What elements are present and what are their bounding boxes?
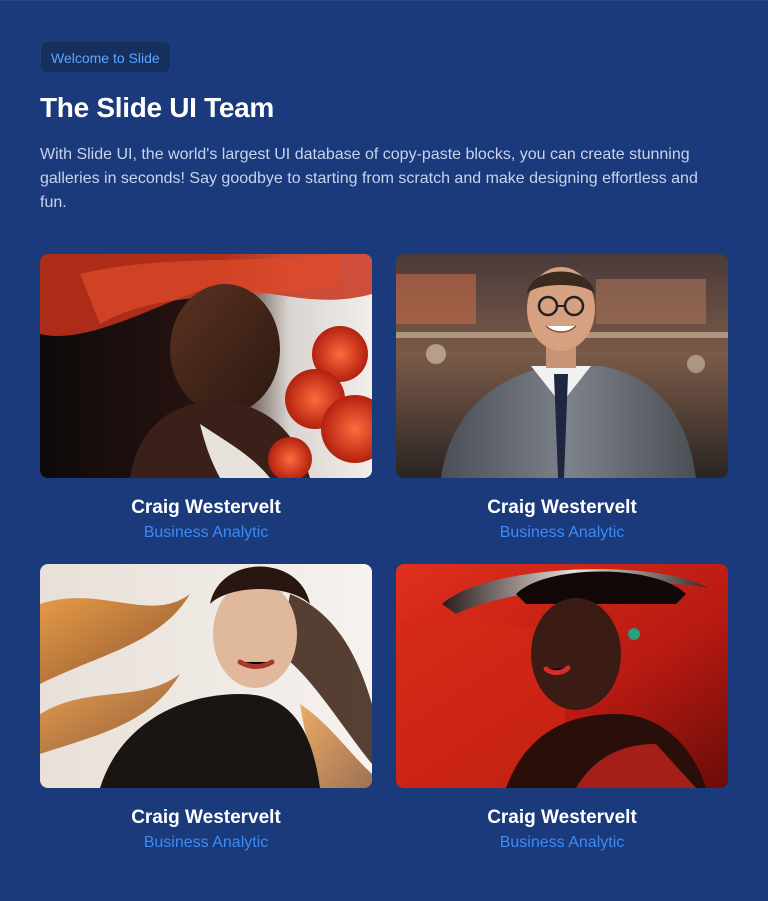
team-member-role: Business Analytic	[143, 524, 269, 541]
page-description: With Slide UI, the world's largest UI da…	[40, 146, 698, 211]
team-card: Craig Westervelt Business Analytic	[40, 564, 372, 854]
team-member-role: Business Analytic	[499, 834, 625, 851]
team-card: Craig Westervelt Business Analytic	[396, 254, 728, 544]
team-member-name: Craig Westervelt	[131, 497, 281, 518]
team-section: Welcome to Slide The Slide UI Team With …	[0, 0, 768, 901]
team-member-name: Craig Westervelt	[487, 497, 637, 518]
team-member-photo	[396, 564, 728, 788]
team-member-photo	[40, 564, 372, 788]
team-member-photo	[396, 254, 728, 478]
team-member-role: Business Analytic	[499, 524, 625, 541]
team-member-photo	[40, 254, 372, 478]
team-member-name: Craig Westervelt	[487, 807, 637, 828]
team-card: Craig Westervelt Business Analytic	[40, 254, 372, 544]
welcome-badge: Welcome to Slide	[40, 41, 171, 73]
team-member-role: Business Analytic	[143, 834, 269, 851]
page-title: The Slide UI Team	[40, 92, 274, 123]
team-member-name: Craig Westervelt	[131, 807, 281, 828]
team-card: Craig Westervelt Business Analytic	[396, 564, 728, 854]
team-grid: Craig Westervelt Business Analytic Craig…	[40, 254, 728, 854]
